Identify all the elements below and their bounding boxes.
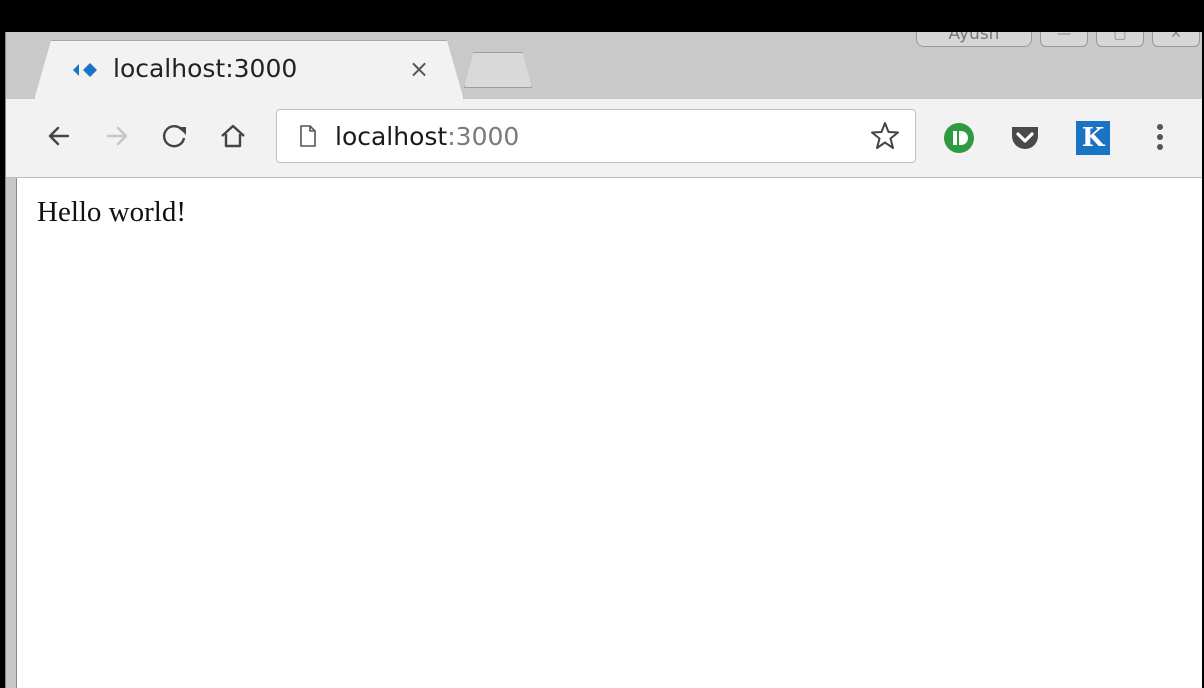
- pocket-icon[interactable]: [1008, 121, 1042, 155]
- tab-title: localhost:3000: [113, 54, 298, 83]
- home-icon[interactable]: [216, 119, 250, 153]
- active-tab[interactable]: localhost:3000 ×: [34, 40, 464, 100]
- reload-icon[interactable]: [158, 119, 192, 153]
- page-content: Hello world!: [16, 178, 1202, 688]
- menu-dots-icon[interactable]: [1148, 119, 1172, 155]
- close-window-button[interactable]: ✕: [1152, 32, 1200, 47]
- url-port: :3000: [447, 122, 520, 151]
- k-extension-icon[interactable]: K: [1076, 121, 1110, 155]
- hello-text: Hello world!: [37, 196, 186, 228]
- back-arrow-icon[interactable]: [42, 119, 76, 153]
- green-power-extension-icon[interactable]: [942, 121, 976, 155]
- react-style-diamond-icon: [73, 63, 97, 77]
- bookmark-star-icon[interactable]: [868, 119, 902, 153]
- minimize-button[interactable]: —: [1040, 32, 1088, 47]
- tab-close-button[interactable]: ×: [409, 55, 429, 83]
- title-bar: localhost:3000 × Ayush — ▢ ✕: [6, 32, 1202, 100]
- url-text[interactable]: localhost:3000: [335, 122, 519, 151]
- page-icon: [300, 125, 316, 147]
- browser-toolbar: localhost:3000 K: [6, 99, 1202, 178]
- profile-button[interactable]: Ayush: [916, 32, 1032, 47]
- browser-window: localhost:3000 × Ayush — ▢ ✕ localhost:3…: [5, 32, 1202, 688]
- address-bar[interactable]: localhost:3000: [276, 109, 916, 163]
- new-tab-button[interactable]: [464, 52, 532, 88]
- maximize-button[interactable]: ▢: [1096, 32, 1144, 47]
- url-host: localhost: [335, 122, 448, 151]
- forward-arrow-icon[interactable]: [100, 119, 134, 153]
